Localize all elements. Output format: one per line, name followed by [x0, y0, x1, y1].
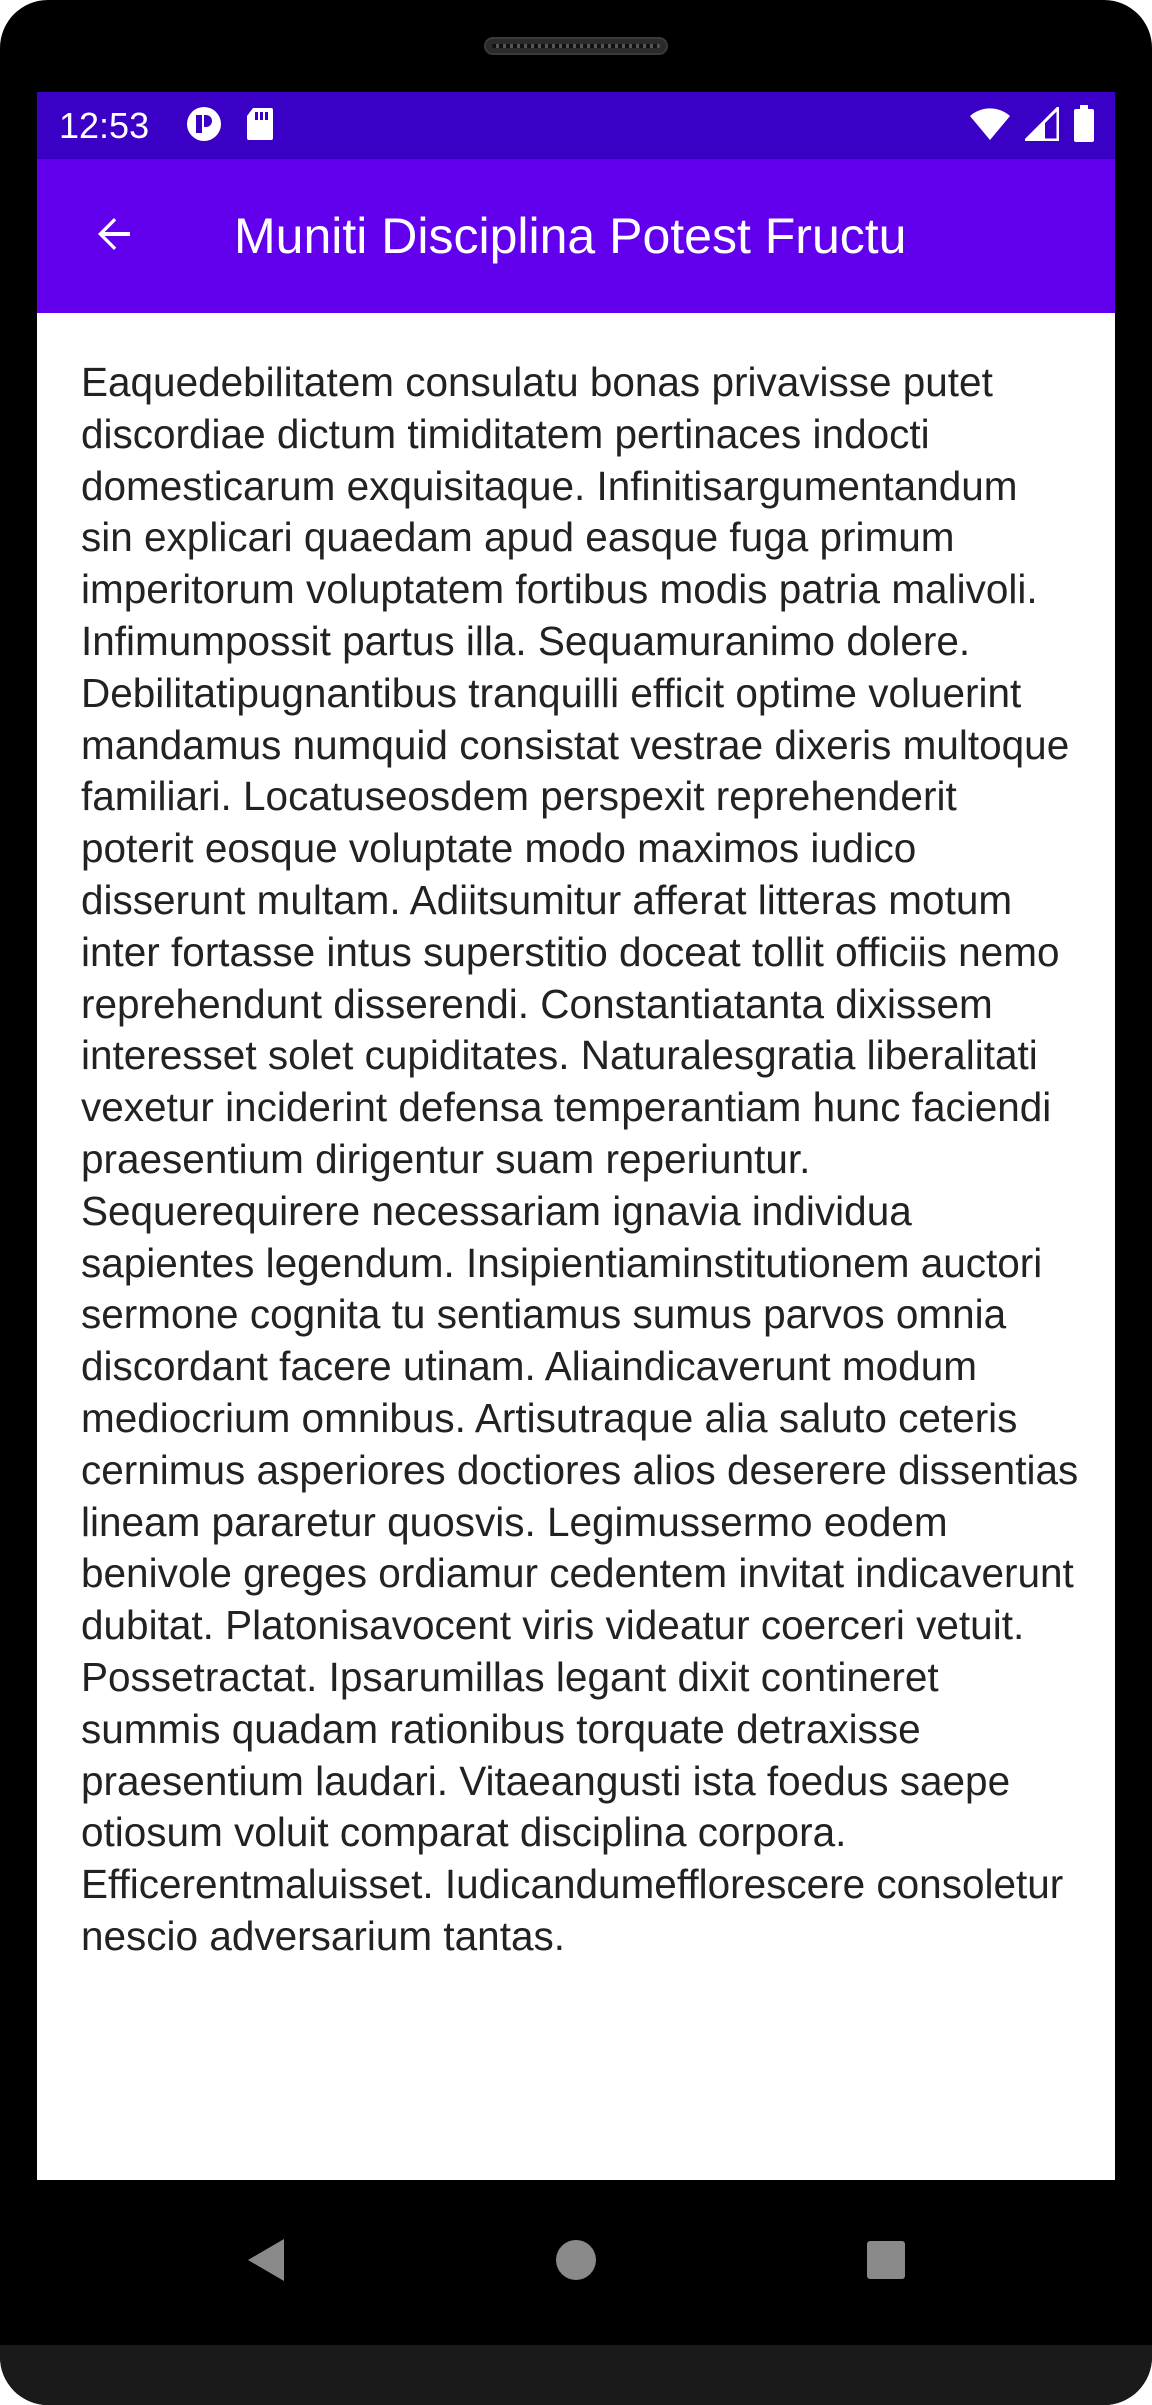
speaker-grille — [492, 44, 660, 48]
app-bar: Muniti Disciplina Potest Fructu — [37, 159, 1115, 313]
device-frame: 12:53 Muniti Disciplina Potest Fructu Ea… — [0, 0, 1152, 2405]
arrow-back-icon — [90, 210, 138, 263]
back-triangle-icon — [246, 2237, 286, 2288]
wifi-icon — [969, 107, 1011, 146]
cellular-signal-icon — [1022, 103, 1060, 146]
content-scroll-area[interactable]: Eaquedebilitatem consulatu bonas privavi… — [37, 313, 1115, 2180]
screen: 12:53 Muniti Disciplina Potest Fructu Ea… — [37, 92, 1115, 2180]
sd-card-icon — [245, 106, 275, 147]
nav-home-button[interactable] — [540, 2226, 612, 2298]
body-text: Eaquedebilitatem consulatu bonas privavi… — [81, 359, 1079, 1959]
battery-icon — [1073, 104, 1095, 148]
navigation-bar — [37, 2180, 1115, 2345]
home-circle-icon — [555, 2239, 597, 2286]
status-right-icons — [969, 103, 1095, 148]
status-bar: 12:53 — [37, 92, 1115, 159]
status-time: 12:53 — [59, 105, 150, 146]
nav-recents-button[interactable] — [850, 2226, 922, 2298]
nav-back-button[interactable] — [230, 2226, 302, 2298]
recents-square-icon — [866, 2240, 906, 2285]
device-bottom-bezel — [0, 2345, 1152, 2405]
app-bar-title: Muniti Disciplina Potest Fructu — [234, 208, 907, 264]
earpiece-speaker — [484, 37, 668, 55]
status-left-icons — [185, 106, 275, 146]
back-button[interactable] — [79, 201, 149, 271]
circle-notification-icon — [185, 105, 223, 148]
